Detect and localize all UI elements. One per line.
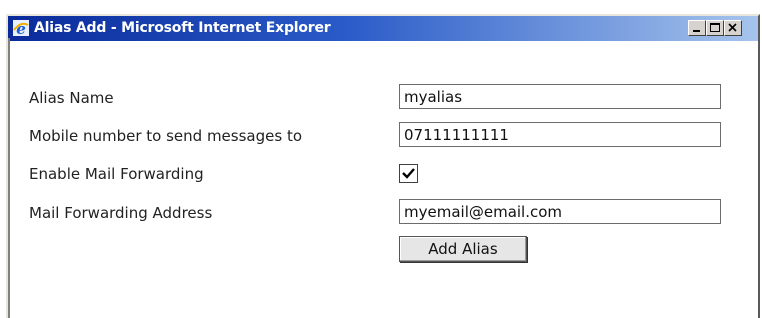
forwarding-address-input[interactable] xyxy=(399,199,721,224)
content-border xyxy=(8,38,10,318)
close-button[interactable] xyxy=(724,20,742,36)
minimize-button[interactable] xyxy=(688,20,706,36)
mobile-number-label: Mobile number to send messages to xyxy=(29,127,303,145)
ie-icon: e xyxy=(13,20,29,37)
add-alias-button[interactable]: Add Alias xyxy=(399,236,527,262)
mobile-number-input[interactable] xyxy=(399,122,721,147)
window-title: Alias Add - Microsoft Internet Explorer xyxy=(34,20,331,36)
alias-name-input[interactable] xyxy=(399,84,721,109)
maximize-button[interactable] xyxy=(706,20,724,36)
maximize-icon xyxy=(710,23,720,32)
mail-forwarding-label: Enable Mail Forwarding xyxy=(29,165,204,183)
alias-name-label: Alias Name xyxy=(29,89,114,107)
checkmark-icon xyxy=(402,168,415,179)
mail-forwarding-checkbox[interactable] xyxy=(399,164,418,183)
minimize-icon xyxy=(693,30,700,32)
forwarding-address-label: Mail Forwarding Address xyxy=(29,204,213,222)
title-bar[interactable]: e Alias Add - Microsoft Internet Explore… xyxy=(8,16,758,41)
svg-text:e: e xyxy=(16,20,26,37)
close-icon xyxy=(728,23,737,32)
